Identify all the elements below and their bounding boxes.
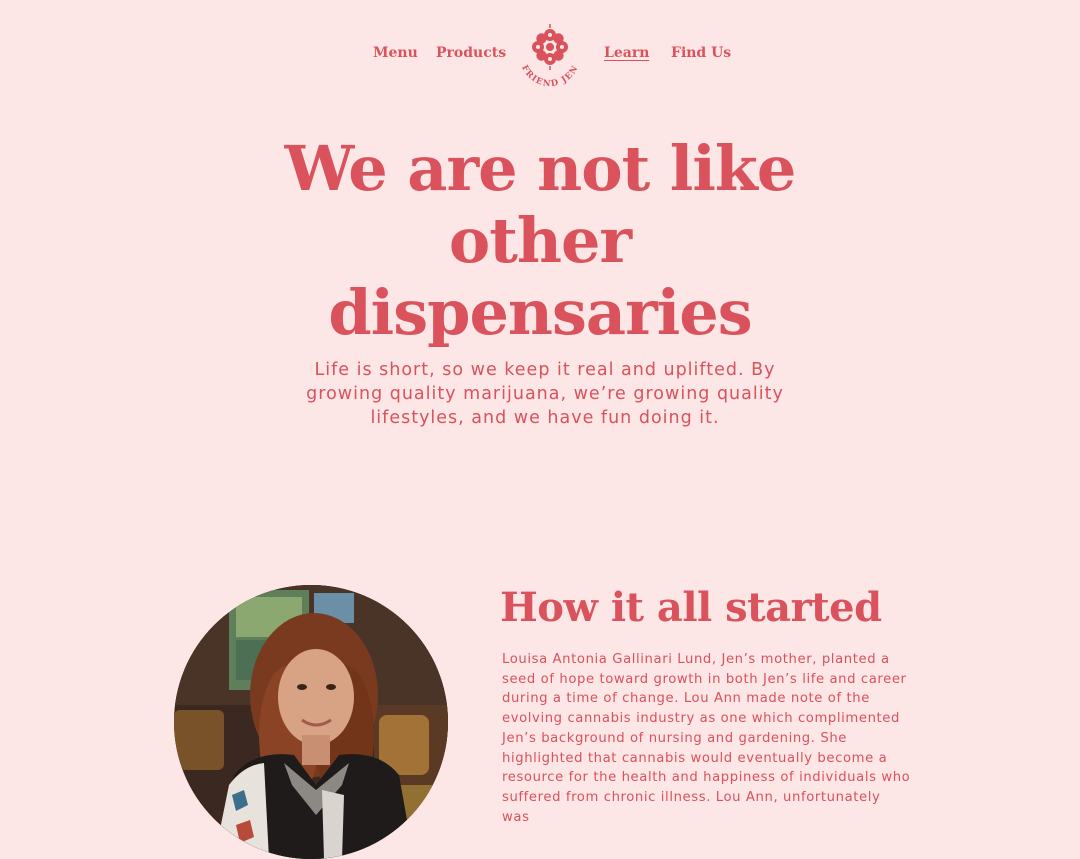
- nav-link-menu[interactable]: Menu: [373, 44, 418, 62]
- friend-jen-logo[interactable]: FRIEND JEN: [510, 22, 590, 92]
- nav-link-learn[interactable]: Learn: [604, 44, 649, 62]
- founder-photo: [174, 585, 448, 859]
- flower-logo-icon: FRIEND JEN: [519, 24, 580, 89]
- nav-link-products[interactable]: Products: [436, 44, 506, 62]
- hero-subtitle: Life is short, so we keep it real and up…: [306, 360, 784, 428]
- section-body: Louisa Antonia Gallinari Lund, Jen’s mot…: [502, 652, 911, 825]
- nav-link-find-us[interactable]: Find Us: [671, 44, 731, 62]
- top-navigation: Menu Products FRIEND JEN Learn Find Us: [0, 22, 1080, 92]
- hero-title: We are not like other dispensaries: [284, 132, 797, 349]
- section-title: How it all started: [500, 584, 882, 631]
